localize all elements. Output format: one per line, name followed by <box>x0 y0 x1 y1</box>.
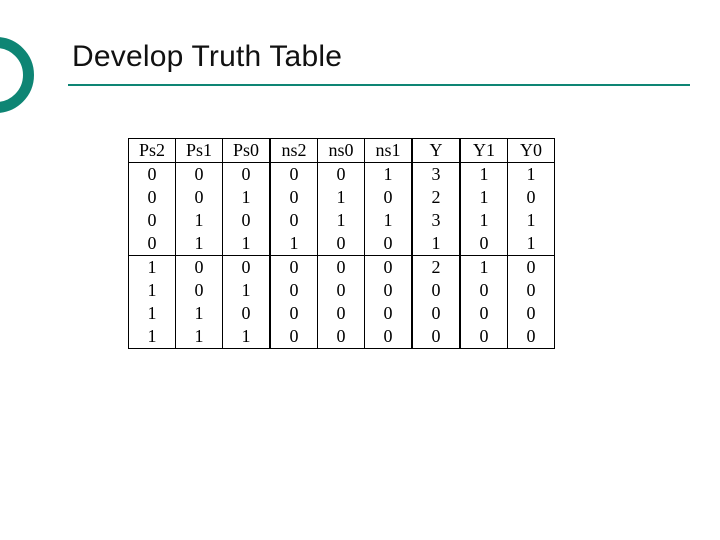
truth-table: Ps2 Ps1 Ps0 ns2 ns0 ns1 Y Y1 Y0 0 0 0 0 <box>128 138 555 349</box>
col-header: Y <box>412 139 460 163</box>
cell: 0 <box>270 163 318 187</box>
col-header: Y0 <box>508 139 555 163</box>
cell: 3 <box>412 209 460 232</box>
cell: 0 <box>318 302 365 325</box>
cell: 0 <box>223 302 271 325</box>
table-row: 1 0 0 0 0 0 2 1 0 <box>129 256 555 280</box>
cell: 1 <box>129 256 176 280</box>
col-header: Ps2 <box>129 139 176 163</box>
cell: 0 <box>270 209 318 232</box>
cell: 1 <box>318 186 365 209</box>
cell: 0 <box>460 325 508 349</box>
cell: 0 <box>270 325 318 349</box>
cell: 1 <box>460 163 508 187</box>
cell: 1 <box>318 209 365 232</box>
cell: 1 <box>365 163 413 187</box>
cell: 1 <box>412 232 460 256</box>
slide-title: Develop Truth Table <box>72 40 342 74</box>
cell: 0 <box>129 186 176 209</box>
cell: 0 <box>412 302 460 325</box>
table-row: 1 1 1 0 0 0 0 0 0 <box>129 325 555 349</box>
cell: 0 <box>318 279 365 302</box>
cell: 0 <box>129 209 176 232</box>
cell: 1 <box>460 209 508 232</box>
cell: 0 <box>508 256 555 280</box>
decorative-ring <box>0 37 34 113</box>
col-header: Y1 <box>460 139 508 163</box>
table-row: 0 1 1 1 0 0 1 0 1 <box>129 232 555 256</box>
cell: 1 <box>223 325 271 349</box>
cell: 0 <box>412 325 460 349</box>
col-header: ns1 <box>365 139 413 163</box>
cell: 1 <box>508 163 555 187</box>
cell: 1 <box>129 279 176 302</box>
cell: 1 <box>176 209 223 232</box>
cell: 0 <box>508 325 555 349</box>
cell: 0 <box>365 232 413 256</box>
cell: 0 <box>412 279 460 302</box>
cell: 0 <box>508 186 555 209</box>
cell: 0 <box>460 279 508 302</box>
cell: 0 <box>365 302 413 325</box>
col-header: ns0 <box>318 139 365 163</box>
cell: 0 <box>223 163 271 187</box>
cell: 1 <box>176 325 223 349</box>
cell: 1 <box>508 209 555 232</box>
cell: 0 <box>318 325 365 349</box>
table-header-row: Ps2 Ps1 Ps0 ns2 ns0 ns1 Y Y1 Y0 <box>129 139 555 163</box>
cell: 0 <box>129 163 176 187</box>
title-underline <box>68 84 690 86</box>
col-header: Ps1 <box>176 139 223 163</box>
cell: 0 <box>129 232 176 256</box>
cell: 0 <box>176 163 223 187</box>
table-row: 1 0 1 0 0 0 0 0 0 <box>129 279 555 302</box>
cell: 1 <box>223 186 271 209</box>
cell: 0 <box>176 186 223 209</box>
truth-table-container: Ps2 Ps1 Ps0 ns2 ns0 ns1 Y Y1 Y0 0 0 0 0 <box>128 138 555 349</box>
cell: 0 <box>460 302 508 325</box>
cell: 0 <box>318 256 365 280</box>
cell: 0 <box>270 256 318 280</box>
cell: 1 <box>223 279 271 302</box>
cell: 0 <box>508 279 555 302</box>
cell: 1 <box>365 209 413 232</box>
cell: 1 <box>176 302 223 325</box>
cell: 0 <box>365 279 413 302</box>
cell: 0 <box>508 302 555 325</box>
table-row: 0 0 0 0 0 1 3 1 1 <box>129 163 555 187</box>
cell: 0 <box>365 325 413 349</box>
cell: 0 <box>270 186 318 209</box>
cell: 1 <box>176 232 223 256</box>
cell: 0 <box>223 256 271 280</box>
cell: 1 <box>129 325 176 349</box>
cell: 3 <box>412 163 460 187</box>
cell: 1 <box>270 232 318 256</box>
cell: 0 <box>176 256 223 280</box>
cell: 1 <box>508 232 555 256</box>
cell: 0 <box>176 279 223 302</box>
cell: 0 <box>365 256 413 280</box>
cell: 0 <box>270 279 318 302</box>
cell: 0 <box>318 232 365 256</box>
cell: 1 <box>223 232 271 256</box>
table-row: 0 1 0 0 1 1 3 1 1 <box>129 209 555 232</box>
table-row: 1 1 0 0 0 0 0 0 0 <box>129 302 555 325</box>
cell: 0 <box>270 302 318 325</box>
col-header: ns2 <box>270 139 318 163</box>
table-row: 0 0 1 0 1 0 2 1 0 <box>129 186 555 209</box>
cell: 0 <box>460 232 508 256</box>
cell: 2 <box>412 186 460 209</box>
cell: 1 <box>460 256 508 280</box>
cell: 0 <box>365 186 413 209</box>
cell: 2 <box>412 256 460 280</box>
cell: 1 <box>460 186 508 209</box>
cell: 0 <box>318 163 365 187</box>
col-header: Ps0 <box>223 139 271 163</box>
cell: 1 <box>129 302 176 325</box>
cell: 0 <box>223 209 271 232</box>
